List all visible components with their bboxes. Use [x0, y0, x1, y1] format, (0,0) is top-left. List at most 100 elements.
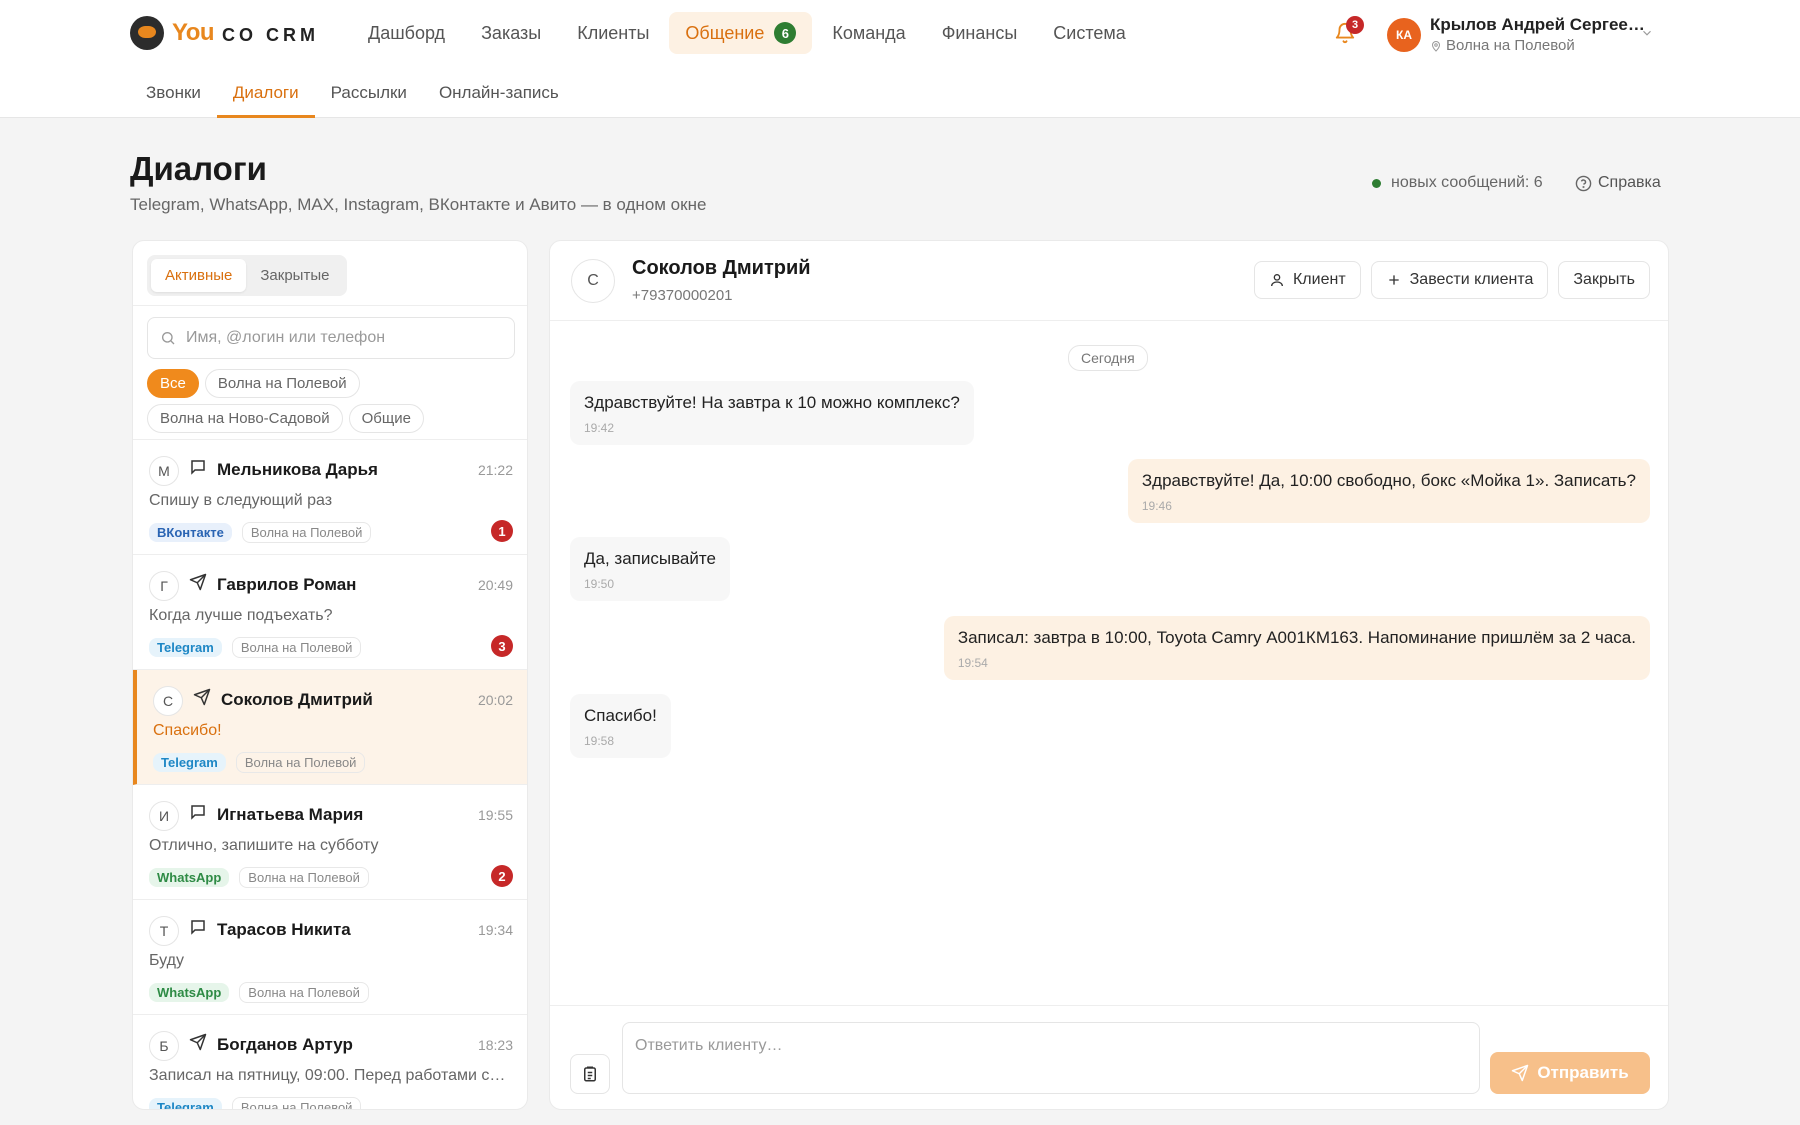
message-time: 19:54 [957, 656, 988, 670]
contact-name: Гаврилов Роман [217, 575, 357, 594]
message-time: 20:02 [477, 692, 513, 708]
channel-tag: WhatsApp [149, 983, 230, 1002]
last-message: Буду [149, 952, 184, 969]
chip-common[interactable]: Общие [348, 404, 424, 433]
chat-actions: Клиент Завести клиента Закрыть [1253, 261, 1650, 299]
nav-clients[interactable]: Клиенты [561, 13, 665, 54]
message-time: 19:46 [1141, 499, 1172, 513]
chip-volna-novo-sadovoy[interactable]: Волна на Ново-Садовой [147, 404, 343, 433]
logo-crm-text: CO CRM [222, 24, 320, 45]
nav-orders[interactable]: Заказы [465, 13, 557, 54]
channel-tag: WhatsApp [149, 868, 230, 887]
conversation-tags: WhatsApp Волна на Полевой [149, 982, 369, 1003]
conversation-list-panel: Активные Закрытые Все Волна на Полевой В… [132, 240, 528, 1110]
nav-communication[interactable]: Общение 6 [669, 12, 813, 54]
incoming-message: Здравствуйте! На завтра к 10 можно компл… [570, 381, 974, 445]
location-filter-chips: Все Волна на Полевой Волна на Ново-Садов… [147, 369, 517, 433]
nav-finance[interactable]: Финансы [926, 13, 1034, 54]
conversation-tags: Telegram Волна на Полевой [149, 1097, 362, 1109]
unread-count-badge: 1 [491, 520, 513, 542]
location-tag: Волна на Полевой [241, 522, 372, 543]
search-icon [162, 332, 175, 345]
message-time: 19:34 [477, 922, 513, 938]
create-client-button[interactable]: Завести клиента [1370, 261, 1549, 299]
help-label: Справка [1598, 174, 1661, 191]
page-title: Диалоги [130, 150, 267, 187]
message-time: 19:42 [584, 421, 615, 435]
nav-label: Заказы [481, 22, 542, 43]
logo-you-text: You [172, 19, 215, 46]
chip-all[interactable]: Все [147, 369, 199, 398]
contact-avatar: Б [149, 1031, 179, 1061]
nav-label: Система [1053, 22, 1126, 43]
sub-navigation: Звонки Диалоги Рассылки Онлайн-запись [130, 80, 575, 118]
nav-label: Дашборд [368, 22, 446, 43]
top-navigation: Дашборд Заказы Клиенты Общение 6 Команда… [352, 12, 1142, 54]
channel-tag: Telegram [153, 753, 226, 772]
chat-bubble-icon [191, 460, 205, 475]
conversation-tags: WhatsApp Волна на Полевой [149, 867, 369, 888]
template-button[interactable] [570, 1054, 610, 1094]
telegram-icon [189, 1033, 207, 1051]
contact-name: Богданов Артур [217, 1035, 353, 1054]
chevron-down-icon[interactable] [1640, 26, 1654, 40]
day-separator: Сегодня [1068, 345, 1148, 371]
outgoing-message: Записал: завтра в 10:00, Toyota Camry А0… [943, 616, 1650, 680]
message-time: 20:49 [477, 577, 513, 593]
location-tag: Волна на Полевой [235, 752, 366, 773]
status-dot-icon [1372, 178, 1381, 188]
tab-online-booking[interactable]: Онлайн-запись [423, 80, 575, 118]
nav-system[interactable]: Система [1037, 13, 1142, 54]
chat-bubble-icon [191, 805, 205, 820]
nav-label: Общение [685, 22, 765, 43]
chip-volna-polevoy[interactable]: Волна на Полевой [204, 369, 360, 398]
contact-avatar: И [149, 801, 179, 831]
send-button[interactable]: Отправить [1490, 1052, 1650, 1094]
client-button-label: Клиент [1292, 271, 1346, 288]
user-name[interactable]: Крылов Андрей Сергее… [1430, 15, 1645, 35]
tab-dialogs[interactable]: Диалоги [216, 80, 315, 118]
segment-active[interactable]: Активные [151, 259, 247, 292]
conversation-item[interactable]: М Мельникова Дарья 21:22 Спишу в следующ… [133, 440, 527, 555]
notification-count-badge: 3 [1346, 16, 1364, 34]
conversation-tags: Telegram Волна на Полевой [153, 752, 366, 773]
message-time: 18:23 [477, 1037, 513, 1053]
user-location: Волна на Полевой [1430, 37, 1575, 54]
unread-count-badge: 2 [491, 865, 513, 887]
contact-name: Мельникова Дарья [217, 460, 378, 479]
help-link[interactable]: Справка [1575, 174, 1661, 192]
tab-mailings[interactable]: Рассылки [315, 80, 423, 118]
message-time: 19:58 [584, 734, 615, 748]
user-icon [1270, 274, 1283, 287]
conversation-item[interactable]: Г Гаврилов Роман 20:49 Когда лучше подъе… [133, 555, 527, 670]
last-message: Отлично, запишите на субботу [149, 837, 379, 854]
search-input[interactable] [186, 329, 496, 347]
send-icon [1512, 1064, 1529, 1082]
search-box [147, 317, 515, 359]
channel-tag: ВКонтакте [149, 523, 232, 542]
conversation-item[interactable]: Т Тарасов Никита 19:34 Буду WhatsApp Вол… [133, 900, 527, 1015]
message-time: 21:22 [477, 462, 513, 478]
chat-contact-name: Соколов Дмитрий [632, 257, 811, 279]
close-dialog-button[interactable]: Закрыть [1558, 261, 1650, 299]
contact-name: Соколов Дмитрий [221, 690, 373, 709]
client-button[interactable]: Клиент [1253, 261, 1361, 299]
tab-calls[interactable]: Звонки [130, 80, 217, 118]
close-dialog-label: Закрыть [1573, 271, 1635, 288]
contact-avatar: М [149, 456, 179, 486]
message-time: 19:55 [477, 807, 513, 823]
location-tag: Волна на Полевой [239, 867, 369, 888]
conversation-item-selected[interactable]: С Соколов Дмитрий 20:02 Спасибо! Telegra… [133, 670, 527, 785]
conversation-tags: Telegram Волна на Полевой [149, 637, 362, 658]
brand-logo[interactable]: You CO CRM [130, 16, 319, 50]
segment-closed[interactable]: Закрытые [246, 259, 343, 292]
user-avatar[interactable]: КА [1387, 18, 1421, 52]
nav-dashboard[interactable]: Дашборд [352, 13, 461, 54]
chat-contact-phone: +79370000201 [632, 287, 733, 304]
create-client-label: Завести клиента [1409, 271, 1534, 288]
last-message: Записал на пятницу, 09:00. Перед работам… [149, 1067, 509, 1084]
reply-input[interactable] [622, 1022, 1480, 1094]
conversation-item[interactable]: Б Богданов Артур 18:23 Записал на пятниц… [133, 1015, 527, 1109]
nav-team[interactable]: Команда [816, 13, 921, 54]
conversation-item[interactable]: И Игнатьева Мария 19:55 Отлично, запишит… [133, 785, 527, 900]
